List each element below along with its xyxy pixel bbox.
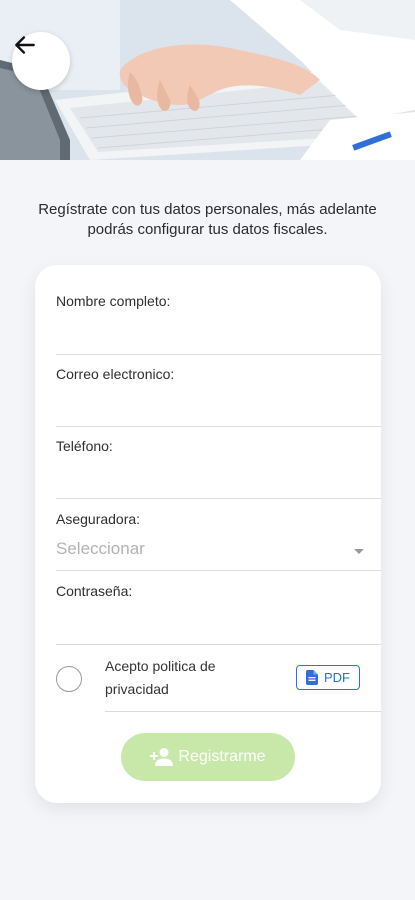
password-label: Contraseña: bbox=[56, 583, 133, 599]
insurer-select-value: Seleccionar bbox=[56, 539, 145, 558]
register-button[interactable]: Registrarme bbox=[121, 733, 295, 781]
header-image bbox=[0, 0, 415, 160]
phone-label: Teléfono: bbox=[56, 438, 113, 454]
password-underline bbox=[56, 644, 381, 645]
insurer-label: Aseguradora: bbox=[56, 511, 141, 527]
arrow-left-icon bbox=[15, 36, 35, 54]
email-underline bbox=[56, 426, 381, 427]
full-name-input[interactable] bbox=[56, 321, 381, 347]
privacy-policy-text: Acepto politica de privacidad bbox=[105, 658, 216, 697]
insurer-field: Aseguradora: Seleccionar bbox=[56, 511, 381, 573]
phone-field: Teléfono: bbox=[56, 438, 381, 500]
back-button[interactable] bbox=[12, 32, 70, 90]
insurer-select[interactable]: Seleccionar bbox=[56, 535, 381, 567]
email-field: Correo electronico: bbox=[56, 366, 381, 428]
phone-underline bbox=[56, 498, 381, 499]
full-name-field: Nombre completo: bbox=[56, 293, 381, 355]
privacy-policy-pdf-button[interactable]: PDF bbox=[296, 665, 360, 690]
add-user-icon bbox=[150, 748, 174, 766]
privacy-policy-underline bbox=[105, 711, 381, 712]
password-field: Contraseña: bbox=[56, 583, 381, 645]
pdf-label: PDF bbox=[324, 670, 350, 685]
pdf-file-icon bbox=[306, 670, 318, 685]
phone-input[interactable] bbox=[56, 466, 381, 492]
registration-card: Nombre completo: Correo electronico: Tel… bbox=[35, 265, 381, 803]
register-button-label: Registrarme bbox=[178, 748, 266, 765]
full-name-label: Nombre completo: bbox=[56, 293, 171, 309]
chevron-down-icon bbox=[354, 549, 364, 554]
password-input[interactable] bbox=[56, 611, 381, 637]
privacy-policy-radio[interactable] bbox=[56, 666, 82, 692]
email-input[interactable] bbox=[56, 394, 381, 420]
full-name-underline bbox=[56, 354, 381, 355]
insurer-underline bbox=[56, 570, 381, 571]
intro-text: Regístrate con tus datos personales, más… bbox=[38, 201, 377, 238]
email-label: Correo electronico: bbox=[56, 366, 175, 382]
